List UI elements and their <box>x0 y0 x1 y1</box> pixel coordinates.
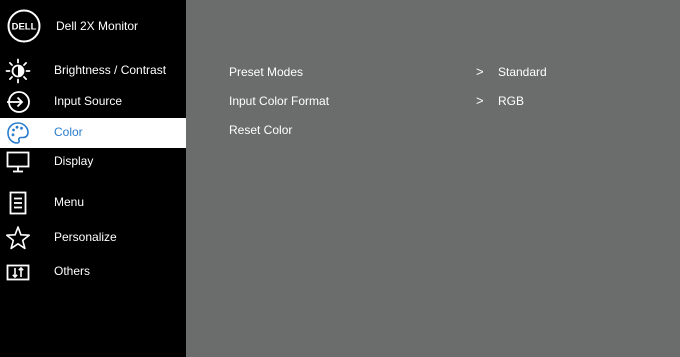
reset-color-row[interactable]: Reset Color <box>186 119 680 141</box>
chevron-right-icon: > <box>476 64 484 79</box>
menu-item-menu[interactable]: Menu <box>0 188 186 218</box>
others-icon <box>5 259 31 285</box>
menu-item-label: Personalize <box>54 230 117 244</box>
menu-item-label: Brightness / Contrast <box>54 63 167 77</box>
color-settings-panel <box>186 0 680 357</box>
svg-text:DELL: DELL <box>12 22 37 33</box>
osd-header: DELL Dell 2X Monitor <box>0 0 186 52</box>
menu-document-icon <box>5 190 31 216</box>
menu-item-label: Display <box>54 154 94 168</box>
menu-item-others[interactable]: Others <box>0 257 186 287</box>
monitor-osd: DELL Dell 2X Monitor Brightness / Contra… <box>0 0 680 357</box>
menu-item-input-source[interactable]: Input Source <box>0 87 186 117</box>
sidebar: DELL Dell 2X Monitor Brightness / Contra… <box>0 0 186 357</box>
menu-item-display[interactable]: Display <box>0 147 186 177</box>
input-color-format-value: RGB <box>498 94 525 108</box>
color-palette-icon <box>5 120 31 146</box>
menu-item-label: Others <box>54 264 91 278</box>
dell-logo: DELL <box>7 9 41 43</box>
preset-modes-value: Standard <box>498 65 547 79</box>
menu-item-color[interactable]: Color <box>0 118 186 148</box>
menu-item-label: Menu <box>54 195 85 209</box>
monitor-model-name: Dell 2X Monitor <box>56 19 139 33</box>
reset-color-label: Reset Color <box>229 123 293 137</box>
chevron-right-icon: > <box>476 93 484 108</box>
menu-item-label: Color <box>54 125 83 139</box>
preset-modes-row[interactable]: Preset Modes > Standard <box>186 61 680 83</box>
input-color-format-label: Input Color Format <box>229 94 330 108</box>
menu-item-brightness-contrast[interactable]: Brightness / Contrast <box>0 56 186 86</box>
input-source-icon <box>5 89 31 115</box>
brightness-icon <box>5 58 31 84</box>
menu-item-personalize[interactable]: Personalize <box>0 223 186 253</box>
input-color-format-row[interactable]: Input Color Format > RGB <box>186 90 680 112</box>
preset-modes-label: Preset Modes <box>229 65 304 79</box>
star-icon <box>5 225 31 251</box>
menu-item-label: Input Source <box>54 94 123 108</box>
display-icon <box>5 149 31 175</box>
